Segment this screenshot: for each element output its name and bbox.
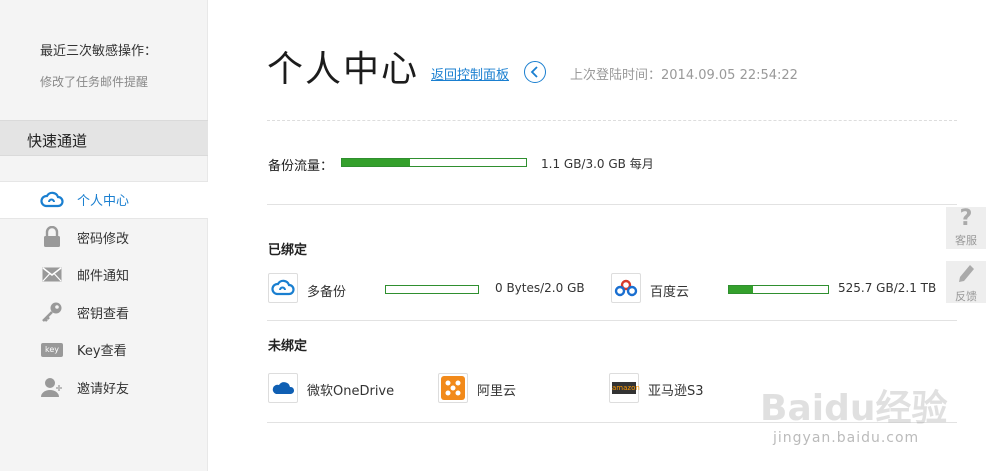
- baidu-watermark-url: jingyan.baidu.com: [773, 430, 920, 446]
- amazon-s3-icon[interactable]: amazon: [609, 373, 640, 403]
- svg-text:Baidu经验: Baidu经验: [760, 388, 947, 429]
- add-user-icon: [40, 375, 64, 399]
- aliyun-icon[interactable]: [438, 373, 468, 403]
- pencil-icon: [956, 261, 976, 287]
- unbound-section-title: 未绑定: [268, 339, 308, 354]
- divider: [267, 204, 957, 205]
- bound-service-progress-fill: [729, 286, 753, 293]
- question-icon: ?: [959, 206, 973, 231]
- feedback-label: 反馈: [955, 290, 977, 303]
- bound-section-title: 已绑定: [268, 243, 308, 258]
- sidebar-item-mail[interactable]: 邮件通知: [0, 256, 208, 294]
- sidebar: 最近三次敏感操作： 修改了任务邮件提醒 快速通道 个人中心 密码修改 邮件通知: [0, 0, 208, 471]
- quick-access-header: 快速通道: [0, 120, 208, 156]
- page-title: 个人中心: [267, 49, 420, 90]
- sidebar-item-label: 个人中心: [77, 194, 130, 210]
- sidebar-item-password[interactable]: 密码修改: [0, 219, 208, 257]
- traffic-value: 1.1 GB/3.0 GB 每月: [541, 157, 654, 171]
- sidebar-item-profile[interactable]: 个人中心: [0, 181, 208, 219]
- lock-icon: [40, 225, 64, 249]
- divider: [267, 320, 957, 321]
- bound-service-progress-bar: [728, 285, 829, 294]
- onedrive-icon[interactable]: [268, 373, 298, 403]
- back-arrow-icon[interactable]: [524, 61, 546, 83]
- bound-service-name[interactable]: 百度云: [650, 281, 689, 300]
- recent-ops-title: 最近三次敏感操作：: [40, 44, 158, 59]
- traffic-label: 备份流量：: [268, 159, 334, 174]
- duobeifen-cloud-icon[interactable]: [268, 273, 298, 303]
- mail-icon: [40, 263, 64, 287]
- sidebar-item-label: 邀请好友: [77, 381, 130, 397]
- sidebar-item-label: 密钥查看: [77, 306, 130, 322]
- sidebar-item-label: 密码修改: [77, 231, 130, 247]
- baidu-watermark-logo: Baidu经验: [760, 378, 960, 438]
- sidebar-item-key-view[interactable]: key Key查看: [0, 331, 208, 369]
- quick-access-label: 快速通道: [27, 132, 88, 150]
- bound-service-progress-bar: [385, 285, 479, 294]
- sidebar-item-secret-key[interactable]: 密钥查看: [0, 294, 208, 332]
- recent-op-item: 修改了任务邮件提醒: [40, 75, 149, 89]
- divider: [267, 120, 957, 121]
- key-badge-icon: key: [40, 338, 64, 362]
- bound-service-name[interactable]: 多备份: [307, 281, 346, 300]
- sidebar-item-label: Key查看: [77, 344, 127, 360]
- customer-service-button[interactable]: ? 客服: [946, 207, 986, 249]
- bound-service-usage: 0 Bytes/2.0 GB: [495, 281, 585, 295]
- customer-service-label: 客服: [955, 234, 977, 247]
- back-to-dashboard-link[interactable]: 返回控制面板: [431, 64, 509, 83]
- baidu-cloud-icon[interactable]: [611, 273, 641, 303]
- sidebar-item-label: 邮件通知: [77, 269, 130, 285]
- traffic-progress-fill: [342, 159, 411, 166]
- bound-service-usage: 525.7 GB/2.1 TB: [838, 281, 937, 295]
- feedback-button[interactable]: 反馈: [946, 261, 986, 303]
- unbound-service-name[interactable]: 亚马逊S3: [648, 380, 704, 399]
- sidebar-nav: 个人中心 密码修改 邮件通知 密钥查看 key Key查看 邀请好友: [0, 181, 208, 406]
- sidebar-item-invite[interactable]: 邀请好友: [0, 369, 208, 407]
- last-login-time: 上次登陆时间：2014.09.05 22:54:22: [570, 68, 798, 83]
- key-icon: [40, 300, 64, 324]
- unbound-service-name[interactable]: 微软OneDrive: [307, 380, 394, 399]
- cloud-icon: [40, 188, 64, 212]
- unbound-service-name[interactable]: 阿里云: [477, 380, 516, 399]
- traffic-progress-bar: [341, 158, 527, 167]
